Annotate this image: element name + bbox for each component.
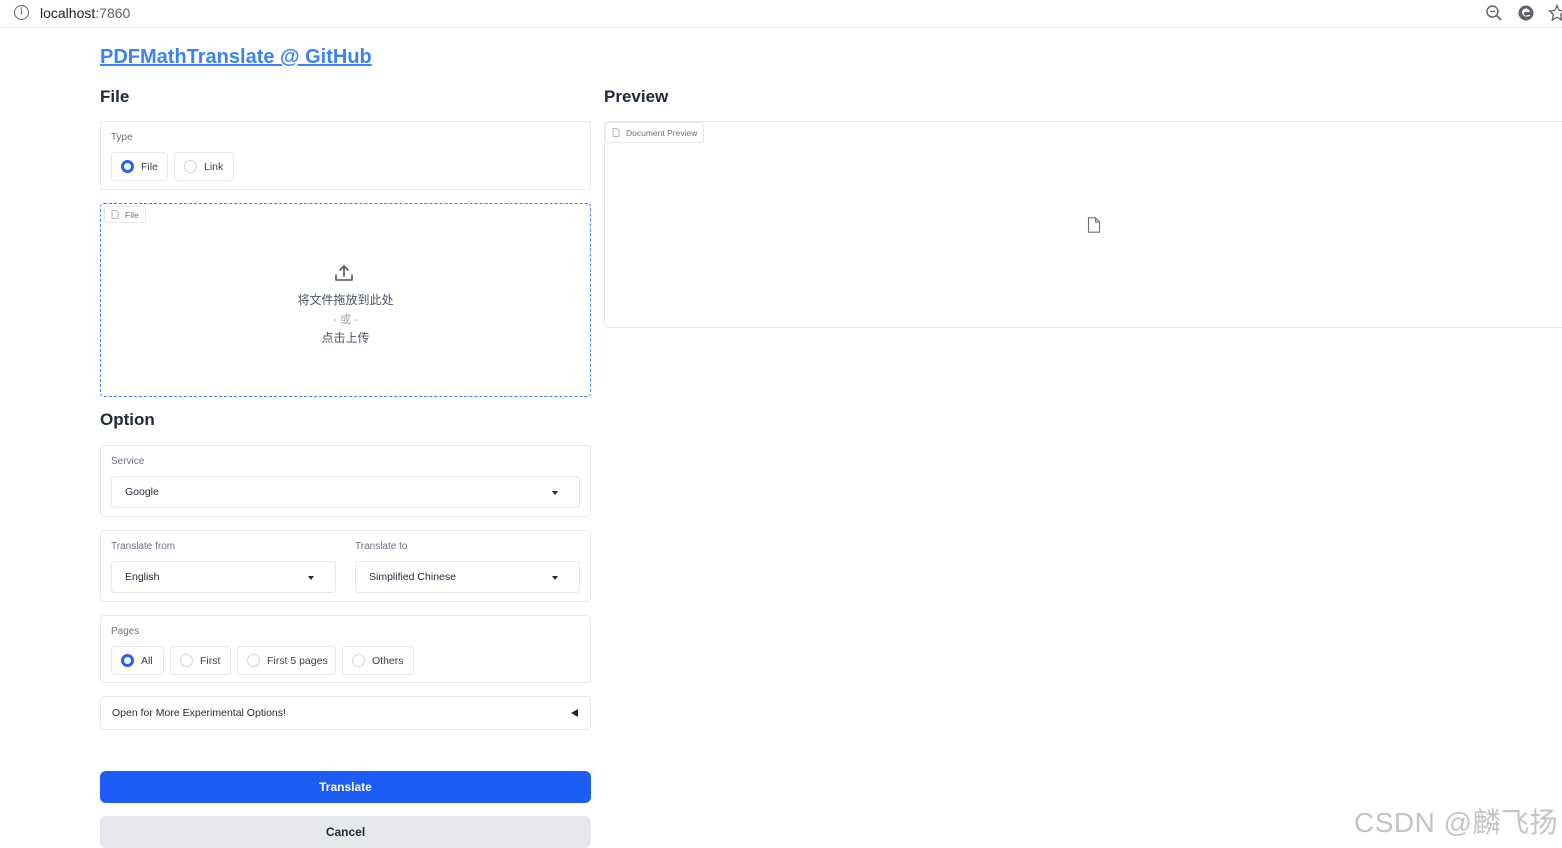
- site-info-icon[interactable]: i: [14, 5, 29, 20]
- zoom-out-icon[interactable]: [1485, 4, 1503, 22]
- preview-section-heading: Preview: [604, 87, 669, 106]
- upload-icon: [335, 265, 353, 281]
- translate-to-dropdown[interactable]: Simplified Chinese: [355, 561, 580, 593]
- translate-to-value: Simplified Chinese: [369, 571, 456, 583]
- drop-instruction: 将文件拖放到此处: [297, 293, 394, 307]
- file-section-heading: File: [100, 87, 130, 106]
- translate-from-dropdown[interactable]: English: [111, 561, 336, 593]
- click-upload-text[interactable]: 点击上传: [101, 329, 590, 346]
- type-label: Type: [111, 132, 133, 143]
- browser-address-bar: i localhost:7860: [0, 0, 1562, 28]
- type-panel: Type File Link: [100, 121, 591, 190]
- service-dropdown[interactable]: Google: [111, 476, 580, 508]
- chevron-down-icon: [308, 576, 314, 580]
- pages-radio-others[interactable]: Others: [342, 646, 414, 675]
- pages-panel: Pages All First First 5 pages Others: [100, 615, 591, 683]
- language-panel: Translate from English Translate to Simp…: [100, 530, 591, 602]
- extension-icon[interactable]: [1517, 4, 1535, 22]
- document-preview-panel: Document Preview: [604, 121, 1562, 328]
- file-tag: File: [104, 206, 146, 223]
- chevron-down-icon: [552, 576, 558, 580]
- service-panel: Service Google: [100, 445, 591, 517]
- bookmark-star-icon[interactable]: [1548, 4, 1562, 22]
- file-tag-label: File: [125, 209, 139, 220]
- radio-unchecked-icon: [184, 160, 197, 173]
- pages-radio-first[interactable]: First: [170, 646, 231, 675]
- chevron-down-icon: [552, 491, 558, 495]
- file-placeholder-icon: [1087, 217, 1101, 233]
- document-preview-tag: Document Preview: [605, 122, 705, 143]
- translate-from-label: Translate from: [111, 541, 176, 552]
- pages-option-label: Others: [372, 654, 404, 667]
- file-icon: [111, 210, 119, 219]
- pages-option-label: First 5 pages: [267, 654, 328, 667]
- translate-button[interactable]: Translate: [100, 771, 591, 803]
- pages-option-label: All: [141, 654, 153, 667]
- type-option-label: File: [141, 160, 158, 173]
- option-section-heading: Option: [100, 410, 155, 429]
- caret-left-icon: [571, 709, 578, 717]
- radio-unchecked-icon: [247, 654, 260, 667]
- url-port: :7860: [95, 5, 131, 21]
- service-label: Service: [111, 456, 145, 467]
- radio-unchecked-icon: [180, 654, 193, 667]
- radio-unchecked-icon: [352, 654, 365, 667]
- file-upload-dropzone[interactable]: File 将文件拖放到此处 - 或 - 点击上传: [100, 203, 591, 397]
- radio-checked-icon: [121, 654, 134, 667]
- pages-label: Pages: [111, 626, 140, 637]
- experimental-options-accordion[interactable]: Open for More Experimental Options!: [100, 696, 591, 730]
- github-title-link[interactable]: PDFMathTranslate @ GitHub: [100, 46, 372, 69]
- url-host: localhost: [40, 5, 96, 21]
- file-icon: [612, 128, 620, 137]
- type-option-label: Link: [204, 160, 224, 173]
- type-radio-file[interactable]: File: [111, 152, 168, 181]
- pages-radio-all[interactable]: All: [111, 646, 164, 675]
- url-text[interactable]: localhost:7860: [40, 5, 130, 21]
- type-radio-link[interactable]: Link: [174, 152, 234, 181]
- drop-or-separator: - 或 -: [333, 314, 358, 326]
- translate-to-label: Translate to: [355, 541, 408, 552]
- pages-option-label: First: [200, 654, 221, 667]
- service-value: Google: [125, 486, 159, 498]
- document-preview-label: Document Preview: [626, 127, 698, 138]
- cancel-button[interactable]: Cancel: [100, 816, 591, 848]
- translate-from-value: English: [125, 571, 160, 583]
- pages-radio-first-5[interactable]: First 5 pages: [237, 646, 336, 675]
- radio-checked-icon: [121, 160, 134, 173]
- csdn-watermark: CSDN @麟飞扬: [1354, 807, 1559, 838]
- accordion-label: Open for More Experimental Options!: [112, 707, 286, 719]
